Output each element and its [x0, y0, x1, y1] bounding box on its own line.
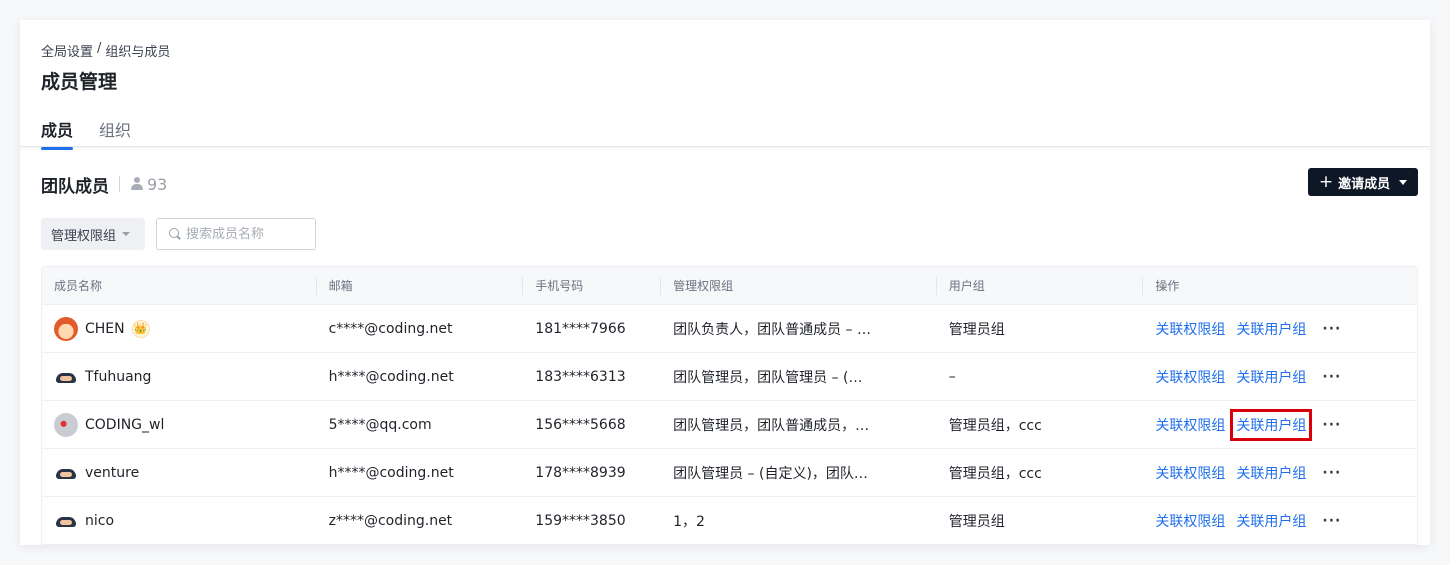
member-email: h****@coding.net: [328, 464, 454, 481]
row-actions: 关联权限组 关联用户组 ···: [1143, 511, 1417, 531]
link-permission-group-button[interactable]: 关联权限组: [1155, 367, 1225, 387]
crown-icon: 👑: [131, 319, 150, 338]
invite-member-button[interactable]: + 邀请成员: [1308, 168, 1418, 196]
more-icon[interactable]: ···: [1322, 369, 1341, 385]
member-phone: 181****7966: [535, 320, 626, 337]
avatar: [54, 364, 78, 389]
table-row: venture h****@coding.net 178****8939 团队管…: [42, 449, 1417, 497]
more-icon[interactable]: ···: [1322, 513, 1341, 529]
breadcrumb: 全局设置 / 组织与成员: [41, 41, 170, 60]
member-user-groups: 管理员组: [948, 513, 1005, 530]
member-user-groups: 管理员组，ccc: [948, 417, 1042, 434]
tab-organization[interactable]: 组织: [99, 117, 131, 150]
member-name: venture: [85, 464, 140, 481]
permission-group-filter[interactable]: 管理权限组: [41, 218, 145, 250]
invite-member-label: 邀请成员: [1338, 176, 1391, 192]
more-icon[interactable]: ···: [1322, 417, 1341, 433]
table-header-row: 成员名称 邮箱 手机号码 管理权限组 用户组 操作: [42, 267, 1417, 305]
member-count-value: 93: [147, 174, 168, 194]
member-permission-groups: 团队管理员，团队管理员 – (…: [673, 369, 863, 386]
member-permission-groups: 团队负责人，团队普通成员 – …: [673, 321, 872, 338]
more-icon[interactable]: ···: [1322, 321, 1341, 337]
user-icon: [130, 177, 144, 191]
member-email: c****@coding.net: [328, 320, 453, 337]
row-actions: 关联权限组 关联用户组 ···: [1143, 463, 1417, 483]
breadcrumb-global-settings[interactable]: 全局设置: [41, 41, 93, 60]
member-email: z****@coding.net: [328, 512, 453, 529]
member-permission-groups: 团队管理员，团队普通成员，…: [673, 417, 870, 434]
member-phone: 156****5668: [535, 416, 626, 433]
column-header-phone: 手机号码: [523, 276, 662, 295]
column-header-name: 成员名称: [42, 276, 317, 295]
row-actions: 关联权限组 关联用户组 ···: [1143, 408, 1417, 441]
search-input[interactable]: [186, 226, 306, 242]
filter-bar: 管理权限组: [41, 218, 316, 250]
tab-bar: 成员 组织: [41, 117, 131, 150]
link-user-group-button[interactable]: 关联用户组: [1236, 511, 1306, 531]
member-phone: 159****3850: [535, 512, 626, 529]
row-actions: 关联权限组 关联用户组 ···: [1143, 367, 1417, 387]
member-phone: 183****6313: [535, 368, 626, 385]
member-user-groups: –: [948, 368, 956, 385]
member-permission-groups: 1，2: [673, 513, 705, 530]
chevron-down-icon: [122, 232, 131, 236]
avatar: [54, 316, 78, 341]
table-row: Tfuhuang h****@coding.net 183****6313 团队…: [42, 353, 1417, 401]
column-header-email: 邮箱: [317, 276, 524, 295]
link-user-group-button[interactable]: 关联用户组: [1236, 319, 1306, 339]
table-row: CHEN 👑 c****@coding.net 181****7966 团队负责…: [42, 305, 1417, 353]
page-title: 成员管理: [41, 71, 118, 93]
member-name-cell: Tfuhuang: [42, 364, 317, 389]
breadcrumb-separator: /: [97, 41, 102, 56]
member-count: 93: [130, 175, 167, 194]
member-user-groups: 管理员组，ccc: [948, 465, 1042, 482]
chevron-down-icon: [1399, 179, 1408, 185]
link-permission-group-button[interactable]: 关联权限组: [1155, 415, 1225, 435]
member-name: Tfuhuang: [85, 368, 152, 385]
column-header-permission-group: 管理权限组: [661, 276, 937, 295]
plus-icon: +: [1318, 171, 1334, 192]
member-phone: 178****8939: [535, 464, 626, 481]
avatar: [54, 412, 78, 437]
more-icon[interactable]: ···: [1322, 465, 1341, 481]
link-user-group-button[interactable]: 关联用户组: [1236, 367, 1306, 387]
member-management-panel: 全局设置 / 组织与成员 成员管理 成员 组织 团队成员 93 + 邀请成员 管…: [20, 20, 1430, 545]
section-title: 团队成员: [41, 176, 109, 197]
row-actions: 关联权限组 关联用户组 ···: [1143, 319, 1417, 339]
members-table: 成员名称 邮箱 手机号码 管理权限组 用户组 操作 CHEN 👑 c****@c…: [41, 266, 1418, 545]
link-permission-group-button[interactable]: 关联权限组: [1155, 463, 1225, 483]
permission-group-filter-label: 管理权限组: [51, 228, 117, 244]
divider: [119, 176, 120, 192]
breadcrumb-org-members[interactable]: 组织与成员: [105, 41, 170, 60]
link-user-group-button[interactable]: 关联用户组: [1236, 463, 1306, 483]
member-name-cell: venture: [42, 460, 317, 485]
link-permission-group-button[interactable]: 关联权限组: [1155, 319, 1225, 339]
member-name-cell: CHEN 👑: [42, 316, 317, 341]
avatar: [54, 508, 78, 533]
table-row: nico z****@coding.net 159****3850 1，2 管理…: [42, 497, 1417, 545]
avatar: [54, 460, 78, 485]
column-header-user-group: 用户组: [937, 276, 1144, 295]
section-header: 团队成员 93 + 邀请成员: [41, 168, 1418, 200]
member-name: CODING_wl: [85, 416, 165, 433]
page-header: 全局设置 / 组织与成员 成员管理 成员 组织: [20, 20, 1430, 150]
table-row: CODING_wl 5****@qq.com 156****5668 团队管理员…: [42, 401, 1417, 449]
member-permission-groups: 团队管理员 – (自定义)，团队…: [673, 465, 868, 482]
member-name: nico: [85, 512, 115, 529]
column-header-actions: 操作: [1155, 278, 1180, 293]
member-name: CHEN: [85, 320, 125, 337]
member-name-cell: nico: [42, 508, 317, 533]
link-permission-group-button[interactable]: 关联权限组: [1155, 511, 1225, 531]
tab-members[interactable]: 成员: [41, 117, 74, 150]
link-user-group-button[interactable]: 关联用户组: [1230, 408, 1313, 441]
search-box: [156, 218, 316, 250]
member-email: h****@coding.net: [328, 368, 454, 385]
member-user-groups: 管理员组: [948, 321, 1005, 338]
member-name-cell: CODING_wl: [42, 412, 317, 437]
member-email: 5****@qq.com: [328, 416, 432, 433]
search-icon: [169, 228, 181, 240]
